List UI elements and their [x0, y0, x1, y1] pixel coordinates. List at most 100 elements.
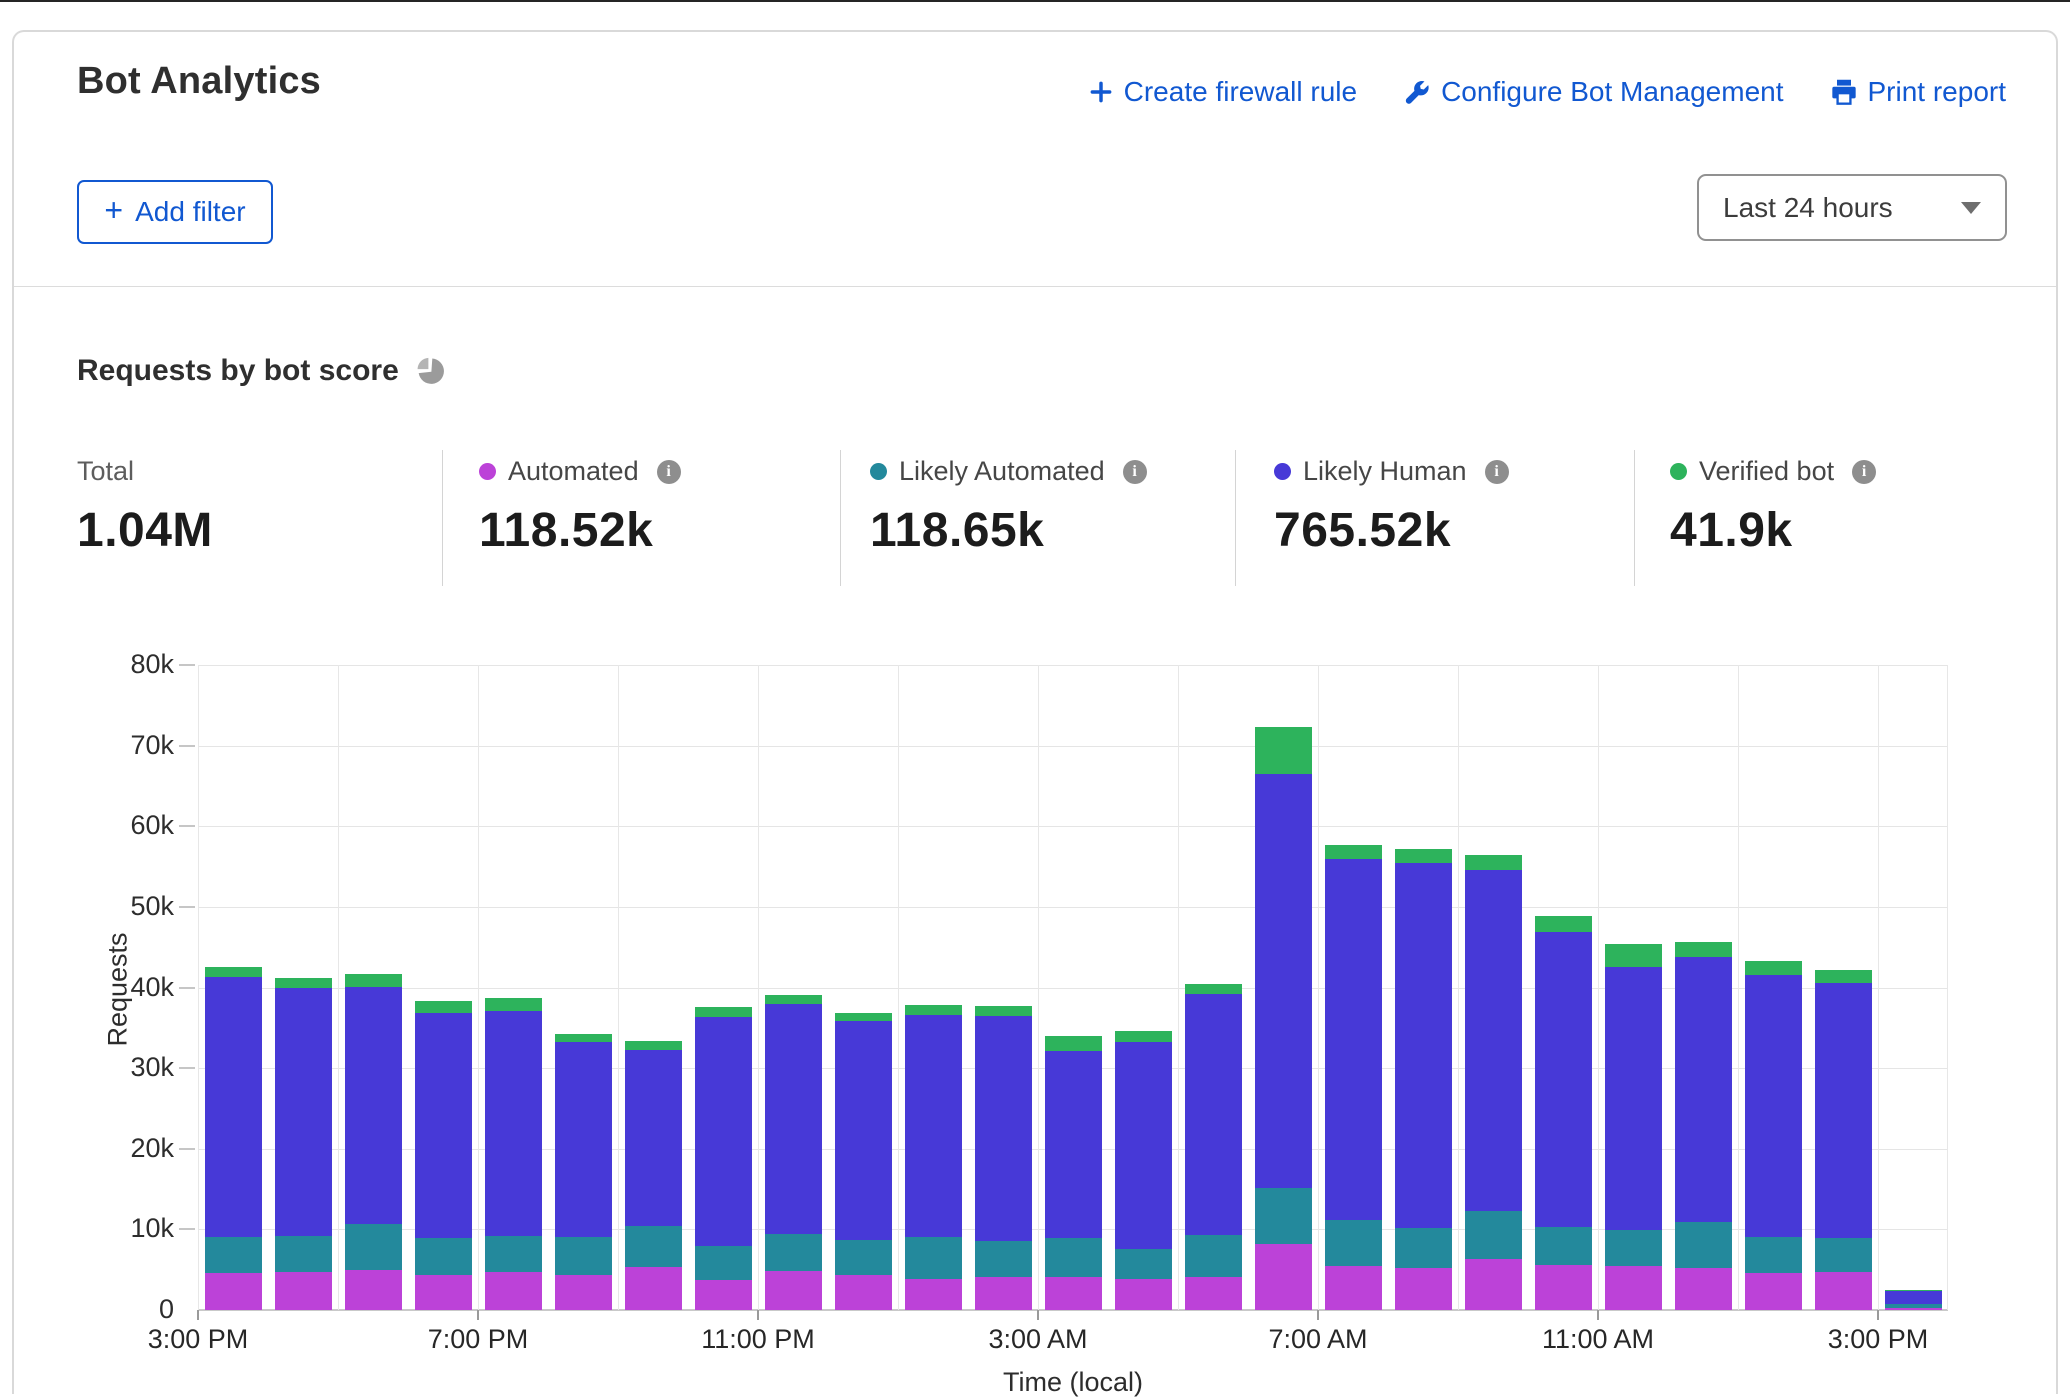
bar-segment-automated[interactable]: [1325, 1266, 1382, 1310]
bar-segment-automated[interactable]: [205, 1273, 262, 1310]
bar[interactable]: [555, 1034, 612, 1310]
bar-segment-automated[interactable]: [555, 1275, 612, 1310]
bar[interactable]: [835, 1013, 892, 1310]
bar-segment-automated[interactable]: [415, 1275, 472, 1310]
bar-segment-likely-automated[interactable]: [905, 1237, 962, 1278]
bar-segment-automated[interactable]: [905, 1279, 962, 1310]
bar[interactable]: [275, 978, 332, 1310]
bar-segment-likely-automated[interactable]: [1045, 1238, 1102, 1277]
info-icon[interactable]: i: [1485, 460, 1509, 484]
bar-segment-likely-human[interactable]: [1745, 975, 1802, 1236]
bar[interactable]: [1325, 845, 1382, 1310]
bar-segment-likely-human[interactable]: [1395, 863, 1452, 1227]
bar-segment-likely-human[interactable]: [1885, 1291, 1942, 1305]
bar-segment-likely-human[interactable]: [765, 1004, 822, 1234]
info-icon[interactable]: i: [657, 460, 681, 484]
bar-segment-likely-automated[interactable]: [345, 1224, 402, 1270]
bar-segment-automated[interactable]: [1885, 1308, 1942, 1310]
bar-segment-likely-automated[interactable]: [485, 1236, 542, 1272]
bar-segment-likely-human[interactable]: [555, 1042, 612, 1237]
bar-segment-automated[interactable]: [765, 1271, 822, 1310]
bar-segment-likely-automated[interactable]: [695, 1246, 752, 1280]
bar[interactable]: [1395, 849, 1452, 1310]
bar-segment-verified-bot[interactable]: [1045, 1036, 1102, 1051]
bar-segment-automated[interactable]: [835, 1275, 892, 1310]
bar-segment-likely-automated[interactable]: [205, 1237, 262, 1273]
bar-segment-verified-bot[interactable]: [1115, 1031, 1172, 1041]
bar-segment-likely-automated[interactable]: [765, 1234, 822, 1271]
bar-segment-verified-bot[interactable]: [205, 967, 262, 977]
bar-segment-verified-bot[interactable]: [905, 1005, 962, 1015]
bar[interactable]: [1115, 1031, 1172, 1310]
bar-segment-likely-automated[interactable]: [625, 1226, 682, 1267]
bar[interactable]: [1815, 970, 1872, 1310]
bar-segment-automated[interactable]: [345, 1270, 402, 1310]
bar-segment-likely-automated[interactable]: [835, 1240, 892, 1275]
bar-segment-likely-automated[interactable]: [1185, 1235, 1242, 1277]
bar[interactable]: [905, 1005, 962, 1310]
bar[interactable]: [625, 1041, 682, 1310]
bar-segment-automated[interactable]: [1465, 1259, 1522, 1310]
bar-segment-verified-bot[interactable]: [1255, 727, 1312, 774]
bar[interactable]: [1885, 1290, 1942, 1310]
bar[interactable]: [1535, 916, 1592, 1310]
bar-segment-likely-automated[interactable]: [1255, 1188, 1312, 1244]
bar[interactable]: [1185, 984, 1242, 1311]
bar-segment-automated[interactable]: [485, 1272, 542, 1310]
info-icon[interactable]: i: [1123, 460, 1147, 484]
bar-segment-automated[interactable]: [695, 1280, 752, 1310]
bar-segment-likely-human[interactable]: [1465, 870, 1522, 1211]
bar-segment-automated[interactable]: [1675, 1268, 1732, 1310]
bar-segment-likely-automated[interactable]: [415, 1238, 472, 1275]
bar-segment-verified-bot[interactable]: [1395, 849, 1452, 864]
bar[interactable]: [345, 974, 402, 1310]
bar-segment-automated[interactable]: [975, 1277, 1032, 1310]
bar-segment-automated[interactable]: [1605, 1266, 1662, 1310]
bar-segment-likely-human[interactable]: [905, 1015, 962, 1238]
bar-segment-verified-bot[interactable]: [485, 998, 542, 1011]
bar-segment-verified-bot[interactable]: [1185, 984, 1242, 994]
bar-segment-verified-bot[interactable]: [1465, 855, 1522, 870]
bar-segment-likely-human[interactable]: [835, 1021, 892, 1239]
bar-segment-automated[interactable]: [1395, 1268, 1452, 1310]
add-filter-button[interactable]: + Add filter: [77, 180, 273, 244]
bar-segment-likely-human[interactable]: [1255, 774, 1312, 1188]
bar-segment-verified-bot[interactable]: [625, 1041, 682, 1050]
info-icon[interactable]: i: [1852, 460, 1876, 484]
bar-segment-likely-automated[interactable]: [1675, 1222, 1732, 1268]
bar-segment-verified-bot[interactable]: [275, 978, 332, 988]
bar-segment-automated[interactable]: [1045, 1277, 1102, 1310]
bar-segment-verified-bot[interactable]: [695, 1007, 752, 1017]
bar[interactable]: [205, 967, 262, 1310]
bar-segment-likely-automated[interactable]: [1115, 1249, 1172, 1279]
bar[interactable]: [765, 995, 822, 1310]
bar[interactable]: [415, 1001, 472, 1310]
bar-segment-likely-human[interactable]: [345, 987, 402, 1224]
bar[interactable]: [1255, 727, 1312, 1310]
bar-segment-verified-bot[interactable]: [1535, 916, 1592, 932]
bar-segment-verified-bot[interactable]: [1325, 845, 1382, 859]
bar-segment-likely-automated[interactable]: [1535, 1227, 1592, 1265]
time-range-select[interactable]: Last 24 hours: [1697, 174, 2007, 241]
bar-segment-verified-bot[interactable]: [1745, 961, 1802, 976]
bar[interactable]: [1745, 961, 1802, 1310]
bar[interactable]: [695, 1007, 752, 1310]
bar-segment-likely-human[interactable]: [695, 1017, 752, 1247]
bar-segment-verified-bot[interactable]: [1675, 942, 1732, 957]
bar-segment-likely-human[interactable]: [1185, 994, 1242, 1235]
bar-segment-automated[interactable]: [1185, 1277, 1242, 1310]
bar[interactable]: [1045, 1036, 1102, 1310]
bar-segment-likely-automated[interactable]: [1395, 1228, 1452, 1268]
bar-segment-automated[interactable]: [1115, 1279, 1172, 1310]
create-firewall-rule-link[interactable]: Create firewall rule: [1088, 76, 1357, 108]
bar-segment-likely-human[interactable]: [975, 1016, 1032, 1242]
bar-segment-likely-automated[interactable]: [1605, 1230, 1662, 1266]
bar[interactable]: [975, 1006, 1032, 1310]
bar-segment-automated[interactable]: [1815, 1272, 1872, 1310]
bar-segment-automated[interactable]: [1535, 1265, 1592, 1310]
bar-segment-automated[interactable]: [1745, 1273, 1802, 1310]
bar-segment-likely-human[interactable]: [415, 1013, 472, 1238]
bar-segment-likely-automated[interactable]: [555, 1237, 612, 1275]
bar-segment-automated[interactable]: [625, 1267, 682, 1310]
bar-segment-likely-automated[interactable]: [275, 1236, 332, 1272]
